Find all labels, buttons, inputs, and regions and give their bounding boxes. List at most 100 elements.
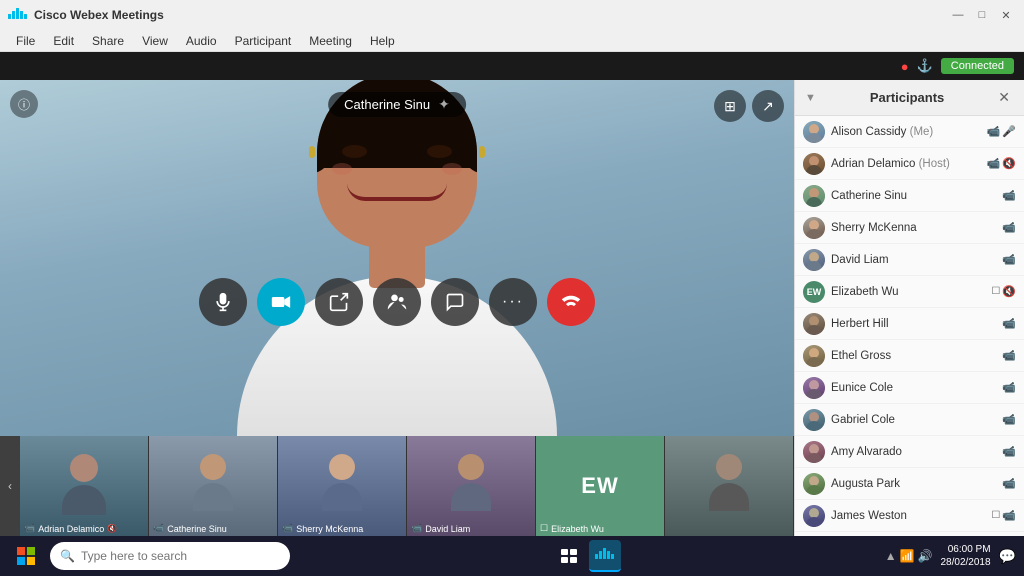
webex-taskbar-icon[interactable] <box>589 540 621 572</box>
layout-button[interactable]: ⊞ <box>714 90 746 122</box>
participant-catherine[interactable]: Catherine Sinu 📹 <box>795 180 1024 212</box>
taskview-button[interactable] <box>553 540 585 572</box>
taskbar: 🔍 ▲ 📶 🔊 06 <box>0 536 1024 576</box>
start-button[interactable] <box>8 538 44 574</box>
participant-amy[interactable]: Amy Alvarado 📹 <box>795 436 1024 468</box>
participants-icon <box>387 292 407 312</box>
participant-james[interactable]: James Weston ☐ 📹 <box>795 500 1024 532</box>
close-button[interactable]: ✕ <box>996 5 1016 25</box>
name-ethel: Ethel Gross <box>831 350 996 362</box>
connection-statusbar: ● ⚓ Connected <box>0 52 1024 80</box>
earring-left <box>309 146 315 158</box>
video-icon-augusta: 📹 <box>1002 477 1016 490</box>
thumbnail-sherry[interactable]: 📹 Sherry McKenna <box>278 436 407 536</box>
menu-help[interactable]: Help <box>362 32 403 50</box>
avatar-ethel <box>803 345 825 367</box>
thumb-bg-david <box>407 436 535 536</box>
tray-up-icon[interactable]: ▲ <box>885 549 897 563</box>
avatar-herbert <box>803 313 825 335</box>
thumbnail-adrian[interactable]: 📹 Adrian Delamico 🔇 <box>20 436 149 536</box>
thumb-bg-catherine <box>149 436 277 536</box>
thumb-label-catherine: 📹 Catherine Sinu <box>153 523 273 534</box>
participant-eunice[interactable]: Eunice Cole 📹 <box>795 372 1024 404</box>
video-icon-sherry: 📹 <box>1002 221 1016 234</box>
participants-button[interactable] <box>373 278 421 326</box>
info-icon[interactable]: ⓘ <box>10 90 38 118</box>
thumbnail-extra[interactable] <box>665 436 794 536</box>
thumb-name-catherine: Catherine Sinu <box>167 524 227 534</box>
video-area: Catherine Sinu ✦ ⓘ ⊞ ↗ <box>0 80 794 536</box>
participant-alison[interactable]: Alison Cassidy (Me) 📹 🎤 <box>795 116 1024 148</box>
menu-view[interactable]: View <box>134 32 176 50</box>
icons-eunice: 📹 <box>1002 381 1016 394</box>
name-gabriel: Gabriel Cole <box>831 414 996 426</box>
more-options-button[interactable]: ··· <box>489 278 537 326</box>
participant-adrian[interactable]: Adrian Delamico (Host) 📹 🔇 <box>795 148 1024 180</box>
share-icon <box>329 292 349 312</box>
end-call-button[interactable] <box>547 278 595 326</box>
menu-participant[interactable]: Participant <box>227 32 300 50</box>
panel-close-button[interactable]: ✕ <box>994 87 1014 108</box>
taskbar-search-box[interactable]: 🔍 <box>50 542 290 570</box>
participant-gabriel[interactable]: Gabriel Cole 📹 <box>795 404 1024 436</box>
video-icon-adrian: 📹 <box>987 157 1001 170</box>
thumb-bg-adrian <box>20 436 148 536</box>
avatar-eunice <box>803 377 825 399</box>
menu-meeting[interactable]: Meeting <box>301 32 360 50</box>
thumbnail-strip: ‹ 📹 Adrian Delamico 🔇 <box>0 436 794 536</box>
video-info-button[interactable]: ⓘ <box>10 90 38 118</box>
fullscreen-button[interactable]: ↗ <box>752 90 784 122</box>
video-toggle-button[interactable] <box>257 278 305 326</box>
chat-button[interactable] <box>431 278 479 326</box>
participant-augusta[interactable]: Augusta Park 📹 <box>795 468 1024 500</box>
search-input[interactable] <box>81 549 280 563</box>
video-icon <box>271 292 291 312</box>
menu-audio[interactable]: Audio <box>178 32 225 50</box>
video-icon-amy: 📹 <box>1002 445 1016 458</box>
thumbnail-catherine[interactable]: 📹 Catherine Sinu <box>149 436 278 536</box>
figure-cheek-left <box>332 163 352 175</box>
panel-collapse-icon[interactable]: ▼ <box>805 92 816 104</box>
icons-ethel: 📹 <box>1002 349 1016 362</box>
star-icon[interactable]: ✦ <box>438 96 450 113</box>
icons-gabriel: 📹 <box>1002 413 1016 426</box>
volume-icon[interactable]: 🔊 <box>918 549 933 563</box>
participant-herbert[interactable]: Herbert Hill 📹 <box>795 308 1024 340</box>
participant-elizabeth[interactable]: EW Elizabeth Wu ☐ 🔇 <box>795 276 1024 308</box>
muted-icon-adrian: 🔇 <box>1002 157 1016 170</box>
avatar-gabriel <box>803 409 825 431</box>
titlebar: Cisco Webex Meetings — □ ✕ <box>0 0 1024 30</box>
network-icon[interactable]: 📶 <box>900 549 915 563</box>
thumbnail-david[interactable]: 📹 David Liam <box>407 436 536 536</box>
notification-icon[interactable]: 💬 <box>999 548 1016 565</box>
record-indicator: ● <box>901 59 909 74</box>
time-display: 06:00 PM <box>941 543 991 556</box>
main-area: Catherine Sinu ✦ ⓘ ⊞ ↗ <box>0 80 1024 536</box>
icons-alison: 📹 🎤 <box>987 125 1016 138</box>
menu-share[interactable]: Share <box>84 32 132 50</box>
icons-james: ☐ 📹 <box>991 509 1016 522</box>
participant-ethel[interactable]: Ethel Gross 📹 <box>795 340 1024 372</box>
name-alison: Alison Cassidy (Me) <box>831 126 981 138</box>
system-tray-icons: ▲ 📶 🔊 <box>885 549 933 563</box>
maximize-button[interactable]: □ <box>972 5 992 25</box>
mute-button[interactable] <box>199 278 247 326</box>
participant-sherry[interactable]: Sherry McKenna 📹 <box>795 212 1024 244</box>
thumbnail-elizabeth[interactable]: EW ☐ Elizabeth Wu <box>536 436 665 536</box>
taskview-icon <box>561 549 577 563</box>
thumb-scroll-left[interactable]: ‹ <box>0 436 20 536</box>
thumb-cam3-icon: 📹 <box>282 523 293 534</box>
chat-icon <box>445 292 465 312</box>
name-herbert: Herbert Hill <box>831 318 996 330</box>
participant-david[interactable]: David Liam 📹 <box>795 244 1024 276</box>
connected-status[interactable]: Connected <box>941 58 1014 74</box>
menu-edit[interactable]: Edit <box>45 32 82 50</box>
thumb-cam2-icon: 📹 <box>153 523 164 534</box>
minimize-button[interactable]: — <box>948 5 968 25</box>
anchor-icon: ⚓ <box>917 58 933 74</box>
thumb-cam4-icon: 📹 <box>411 523 422 534</box>
menu-file[interactable]: File <box>8 32 43 50</box>
avatar-david <box>803 249 825 271</box>
thumb-name-elizabeth: Elizabeth Wu <box>551 524 604 534</box>
share-screen-button[interactable] <box>315 278 363 326</box>
